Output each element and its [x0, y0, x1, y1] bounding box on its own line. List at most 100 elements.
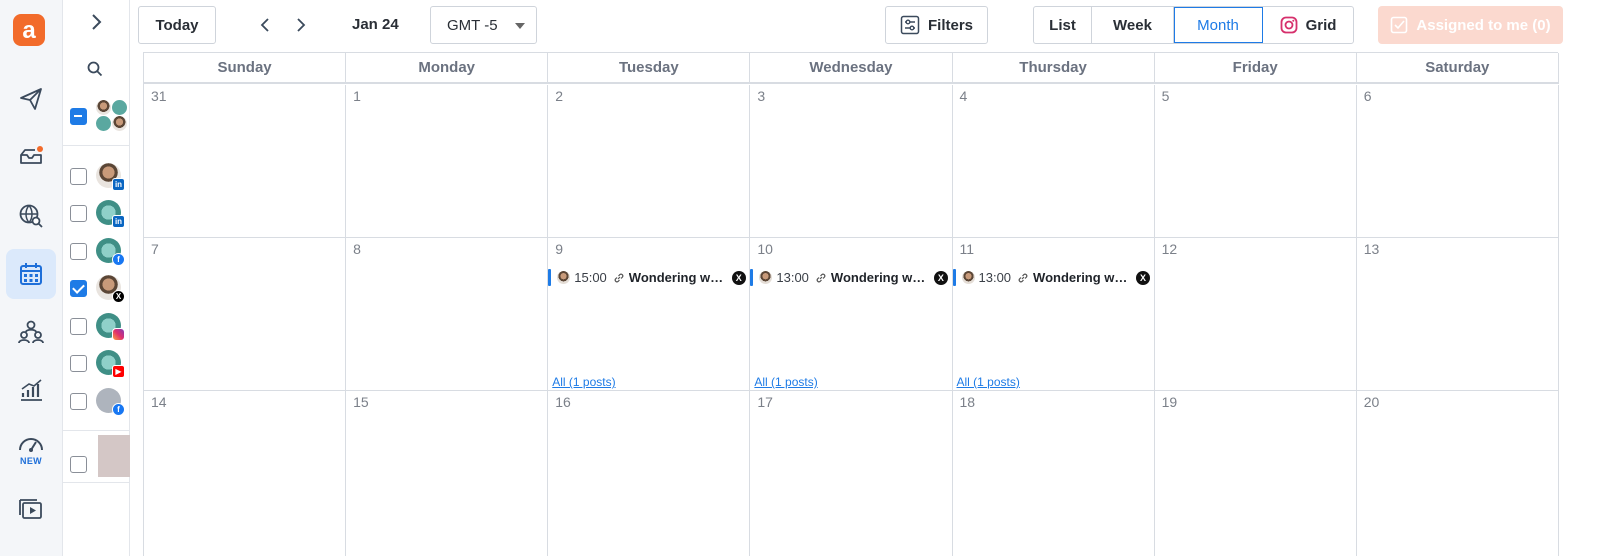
day-cell[interactable]: 7	[144, 238, 347, 390]
day-cell[interactable]: 14	[144, 391, 347, 556]
day-cell[interactable]: 12	[1155, 238, 1357, 390]
all-posts-link[interactable]: All (1 posts)	[957, 375, 1020, 389]
paper-plane-icon	[20, 88, 42, 110]
weekday-label: Tuesday	[548, 53, 751, 82]
view-switcher: List Week Month Grid	[1033, 6, 1354, 44]
day-cell[interactable]: 18	[953, 391, 1155, 556]
next-button[interactable]	[290, 14, 312, 36]
expand-chevron-icon[interactable]	[87, 12, 105, 32]
weekday-label: Wednesday	[750, 53, 953, 82]
youtube-icon: ▶	[112, 365, 125, 378]
new-badge: NEW	[20, 456, 42, 466]
x-logo-icon: X	[1136, 270, 1151, 285]
day-cell[interactable]: 3	[750, 85, 953, 237]
view-grid-tab[interactable]: Grid	[1263, 7, 1353, 43]
day-number: 3	[757, 88, 766, 104]
nav-calendar[interactable]	[6, 249, 56, 299]
post-title: Wondering wh…	[830, 270, 931, 285]
view-list-tab[interactable]: List	[1034, 7, 1092, 43]
nav-analytics[interactable]	[6, 365, 56, 415]
account-instagram[interactable]	[63, 311, 129, 341]
day-cell[interactable]: 9 15:00 Wondering wh… X All (1 posts)	[548, 238, 751, 390]
day-number: 4	[959, 88, 968, 104]
linkedin-icon: in	[112, 178, 125, 191]
group-avatar	[96, 100, 128, 132]
day-cell[interactable]: 5	[1155, 85, 1357, 237]
instagram-icon	[112, 328, 125, 341]
all-posts-link[interactable]: All (1 posts)	[754, 375, 817, 389]
day-cell[interactable]: 19	[1155, 391, 1357, 556]
today-button[interactable]: Today	[138, 6, 216, 44]
account-checkbox[interactable]	[70, 393, 87, 410]
account-selector: in in f X ▶ f	[63, 0, 130, 556]
avatar: X	[96, 275, 125, 303]
media-library-icon	[19, 499, 42, 519]
select-all-checkbox[interactable]	[70, 108, 87, 125]
calendar-icon	[20, 263, 42, 285]
weekday-label: Sunday	[144, 53, 347, 82]
day-cell[interactable]: 20	[1357, 391, 1559, 556]
account-checkbox[interactable]	[70, 318, 87, 335]
avatar: in	[96, 200, 125, 228]
view-week-tab[interactable]: Week	[1092, 7, 1174, 43]
day-number: 8	[353, 241, 361, 257]
nav-listening[interactable]	[6, 190, 56, 240]
day-cell[interactable]: 15	[346, 391, 549, 556]
nav-publish[interactable]	[6, 74, 56, 124]
scheduled-post[interactable]: 13:00 Wondering wh… X	[952, 268, 1154, 287]
nav-dashboard[interactable]: NEW	[6, 424, 56, 474]
nav-team[interactable]	[6, 307, 56, 357]
timezone-select[interactable]: GMT -5	[430, 6, 537, 44]
all-posts-link[interactable]: All (1 posts)	[552, 375, 615, 389]
timezone-value: GMT -5	[447, 16, 498, 34]
post-time: 15:00	[574, 270, 607, 285]
account-facebook-page[interactable]: f	[63, 236, 129, 266]
weekday-label: Monday	[346, 53, 549, 82]
account-checkbox[interactable]	[70, 355, 87, 372]
account-other[interactable]	[63, 435, 130, 479]
day-number: 10	[757, 241, 773, 257]
day-cell[interactable]: 8	[346, 238, 549, 390]
account-checkbox[interactable]	[70, 456, 87, 473]
account-x[interactable]: X	[63, 273, 129, 303]
bar-chart-icon	[21, 379, 42, 401]
scheduled-post[interactable]: 15:00 Wondering wh… X	[548, 268, 749, 287]
nav-inbox[interactable]	[6, 131, 56, 181]
day-cell[interactable]: 17	[750, 391, 953, 556]
day-number: 20	[1363, 394, 1380, 410]
view-month-tab[interactable]: Month	[1174, 7, 1263, 43]
globe-search-icon	[19, 204, 43, 228]
account-checkbox[interactable]	[70, 168, 87, 185]
day-cell[interactable]: 16	[548, 391, 751, 556]
filters-button[interactable]: Filters	[885, 6, 988, 44]
link-icon	[816, 273, 826, 282]
day-cell[interactable]: 10 13:00 Wondering wh… X All (1 posts)	[750, 238, 953, 390]
day-cell[interactable]: 31	[144, 85, 347, 237]
nav-rail: a NEW	[0, 0, 63, 556]
account-linkedin-page[interactable]: in	[63, 198, 129, 228]
day-cell[interactable]: 6	[1357, 85, 1559, 237]
day-cell[interactable]: 4	[953, 85, 1155, 237]
account-group-all[interactable]	[63, 100, 129, 132]
scheduled-post[interactable]: 13:00 Wondering wh… X	[750, 268, 951, 287]
facebook-icon: f	[112, 403, 125, 416]
account-checkbox[interactable]	[70, 243, 87, 260]
day-cell[interactable]: 2	[548, 85, 751, 237]
day-cell[interactable]: 11 13:00 Wondering wh… X All (1 posts)	[952, 238, 1155, 390]
search-icon[interactable]	[86, 60, 104, 78]
account-linkedin-personal[interactable]: in	[63, 161, 129, 191]
previous-button[interactable]	[254, 14, 276, 36]
day-cell[interactable]: 13	[1357, 238, 1559, 390]
team-icon	[18, 320, 44, 344]
assigned-to-me-button[interactable]: Assigned to me (0)	[1378, 6, 1563, 44]
account-checkbox[interactable]	[70, 205, 87, 222]
account-checkbox[interactable]	[70, 280, 87, 297]
chevron-right-icon	[297, 18, 306, 32]
day-cell[interactable]: 1	[346, 85, 549, 237]
nav-media[interactable]	[6, 484, 56, 534]
account-youtube[interactable]: ▶	[63, 348, 129, 378]
chevron-down-icon	[515, 23, 525, 29]
account-facebook-profile[interactable]: f	[63, 386, 129, 416]
app-logo-icon[interactable]: a	[13, 14, 45, 46]
calendar-week: 14 15 16 17 18 19 20	[144, 391, 1559, 556]
